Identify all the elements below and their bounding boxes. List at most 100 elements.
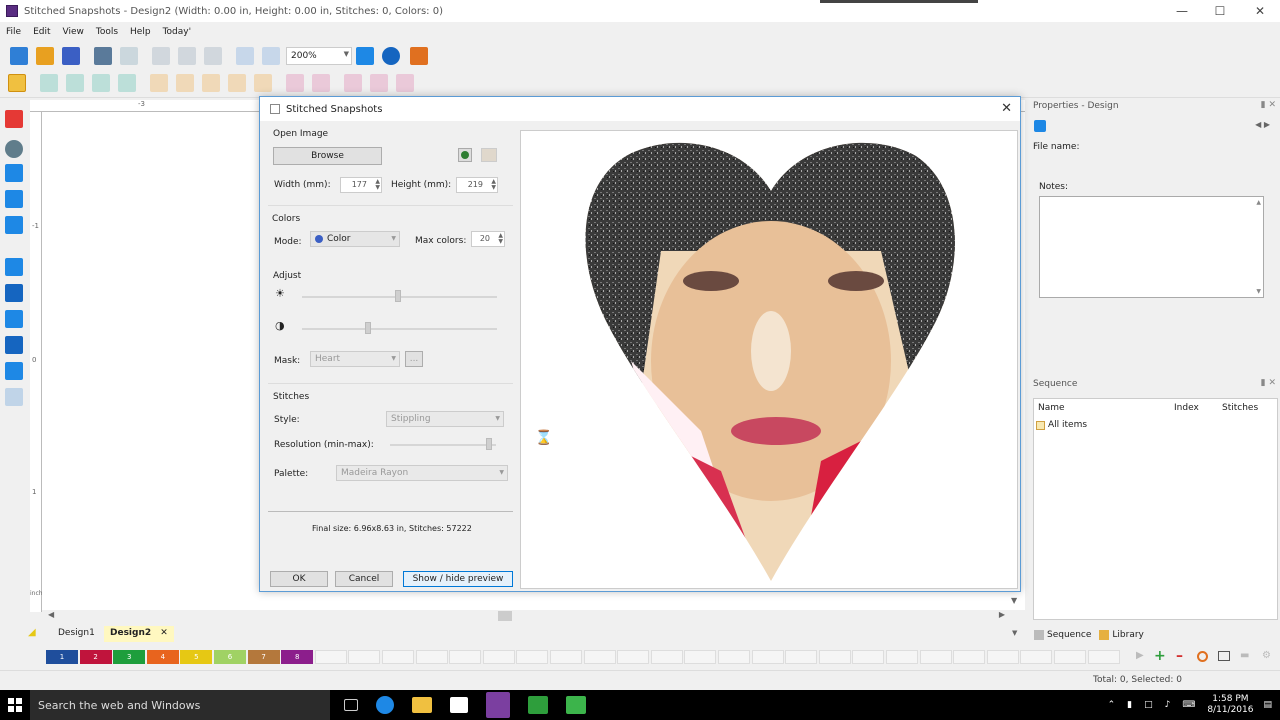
align-left-icon[interactable]	[40, 74, 58, 92]
panel-pin-close-icons[interactable]: ▮ ✕	[1261, 378, 1276, 388]
thread-swatch[interactable]: 5	[180, 650, 213, 664]
empty-swatch[interactable]	[314, 650, 347, 664]
menu-edit[interactable]: Edit	[33, 27, 50, 37]
refresh-image-button[interactable]	[458, 148, 472, 162]
image-tool-icon[interactable]	[5, 216, 23, 234]
info-tool-icon[interactable]	[5, 336, 23, 354]
shape-tool-icon[interactable]	[5, 310, 23, 328]
arrange-icon[interactable]	[202, 74, 220, 92]
group-icon[interactable]	[150, 74, 168, 92]
color-palette-icon[interactable]	[410, 47, 428, 65]
color-wheel-icon[interactable]	[1197, 651, 1208, 662]
thread-swatch[interactable]: 1	[46, 650, 78, 664]
distribute-icon[interactable]	[228, 74, 246, 92]
file-explorer-icon[interactable]	[412, 697, 432, 713]
pan-tool-icon[interactable]	[5, 164, 23, 182]
battery-icon[interactable]: ▮	[1127, 700, 1132, 710]
empty-swatch[interactable]	[550, 650, 582, 664]
scroll-up-icon[interactable]: ▲	[1256, 199, 1261, 206]
menu-today[interactable]: Today'	[163, 27, 192, 37]
ok-button[interactable]: OK	[270, 571, 328, 587]
scroll-thumb[interactable]	[498, 611, 512, 621]
thread-swatch[interactable]: 7	[247, 650, 280, 664]
scroll-left-icon[interactable]: ◀	[48, 610, 54, 619]
mask-browse-button[interactable]: ...	[405, 351, 423, 367]
mirror-icon[interactable]	[118, 74, 136, 92]
column-stitches[interactable]: Stitches	[1222, 403, 1272, 413]
empty-swatch[interactable]	[684, 650, 717, 664]
scroll-down-icon[interactable]: ▼	[1256, 288, 1261, 295]
empty-swatch[interactable]	[1087, 650, 1120, 664]
empty-swatch[interactable]	[718, 650, 750, 664]
empty-swatch[interactable]	[751, 650, 784, 664]
monitor-icon[interactable]	[1218, 651, 1230, 661]
empty-swatch[interactable]	[482, 650, 515, 664]
scan-icon[interactable]	[120, 47, 138, 65]
print-icon[interactable]	[94, 47, 112, 65]
dialog-close-button[interactable]: ✕	[1001, 101, 1012, 116]
tab-sequence[interactable]: Sequence	[1047, 630, 1091, 640]
empty-swatch[interactable]	[516, 650, 549, 664]
volume-icon[interactable]: ♪	[1165, 700, 1171, 710]
empty-swatch[interactable]	[382, 650, 414, 664]
save-icon[interactable]	[62, 47, 80, 65]
chevron-up-icon[interactable]: ⌃	[1108, 700, 1116, 710]
mode-select[interactable]: Color ▼	[310, 231, 400, 247]
thread-swatch[interactable]: 8	[281, 650, 314, 664]
column-index[interactable]: Index	[1174, 403, 1222, 413]
contrast-slider-track[interactable]	[302, 328, 497, 330]
resolution-slider-track[interactable]	[390, 444, 496, 446]
edge-browser-icon[interactable]	[376, 696, 394, 714]
rotate-icon[interactable]	[92, 74, 110, 92]
zoom-tool-icon[interactable]	[5, 140, 23, 158]
empty-swatch[interactable]	[583, 650, 616, 664]
add-color-icon[interactable]: +	[1154, 648, 1166, 664]
properties-info-icon[interactable]	[1034, 120, 1046, 132]
contrast-slider-thumb[interactable]	[365, 322, 372, 334]
empty-swatch[interactable]	[919, 650, 952, 664]
stitch-tool-icon[interactable]	[5, 388, 23, 406]
new-file-icon[interactable]	[10, 47, 28, 65]
empty-swatch[interactable]	[1020, 650, 1053, 664]
palette-select[interactable]: Madeira Rayon ▼	[336, 465, 508, 481]
copy-icon[interactable]	[178, 47, 196, 65]
photos-app-icon[interactable]	[450, 697, 468, 713]
scroll-down-icon[interactable]: ▼	[1011, 596, 1017, 605]
spin-arrows-icon[interactable]: ▲ ▼	[491, 179, 496, 191]
select-mode-icon[interactable]	[8, 74, 26, 92]
spin-arrows-icon[interactable]: ▲ ▼	[498, 233, 503, 245]
thread-swatch[interactable]: 4	[146, 650, 179, 664]
menu-file[interactable]: File	[6, 27, 21, 37]
cut-icon[interactable]	[152, 47, 170, 65]
taskbar-clock[interactable]: 1:58 PM 8/11/2016	[1207, 694, 1253, 716]
info-icon[interactable]	[382, 47, 400, 65]
options-icon[interactable]: ▬	[1240, 650, 1249, 661]
cancel-button[interactable]: Cancel	[335, 571, 393, 587]
measure-tool-icon[interactable]	[5, 190, 23, 208]
empty-swatch[interactable]	[415, 650, 448, 664]
show-hide-preview-button[interactable]: Show / hide preview	[403, 571, 513, 587]
width-input[interactable]: 177 ▲ ▼	[340, 177, 382, 193]
browse-button[interactable]: Browse	[273, 147, 382, 165]
empty-swatch[interactable]	[953, 650, 986, 664]
empty-swatch[interactable]	[818, 650, 851, 664]
brightness-slider-thumb[interactable]	[394, 290, 401, 302]
export-tool-icon[interactable]	[5, 362, 23, 380]
thread-swatch[interactable]: 2	[79, 650, 112, 664]
notes-textarea[interactable]: ▲ ▼	[1039, 196, 1264, 298]
empty-swatch[interactable]	[852, 650, 885, 664]
ungroup-icon[interactable]	[176, 74, 194, 92]
close-tab-icon[interactable]: ✕	[160, 628, 168, 638]
task-view-icon[interactable]	[344, 699, 358, 711]
style-select[interactable]: Stippling ▼	[386, 411, 504, 427]
empty-swatch[interactable]	[449, 650, 482, 664]
menu-tools[interactable]: Tools	[96, 27, 118, 37]
paste-icon[interactable]	[204, 47, 222, 65]
view-icon[interactable]	[356, 47, 374, 65]
close-window-button[interactable]: ✕	[1240, 0, 1280, 22]
empty-swatch[interactable]	[617, 650, 650, 664]
max-colors-input[interactable]: 20 ▲ ▼	[471, 231, 505, 247]
mask-select[interactable]: Heart ▼	[310, 351, 400, 367]
embroidery-app-2-icon[interactable]	[566, 696, 586, 714]
tab-design1[interactable]: Design1	[52, 626, 101, 642]
